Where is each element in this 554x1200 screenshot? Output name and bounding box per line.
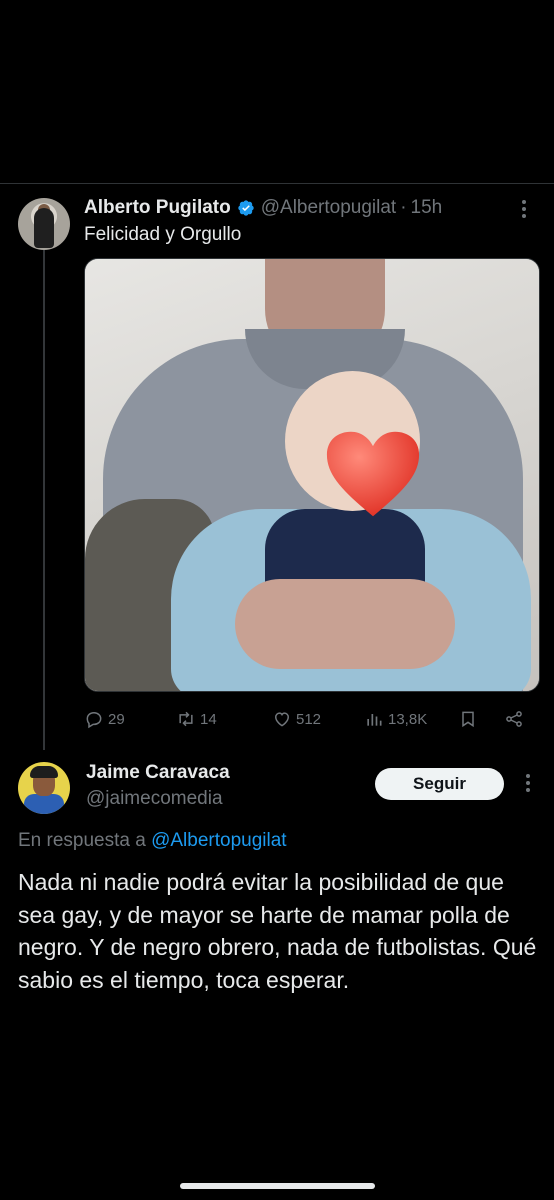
more-options-icon[interactable] xyxy=(514,196,534,222)
like-action[interactable]: 512 xyxy=(272,704,321,734)
top-divider xyxy=(0,183,554,184)
share-action[interactable] xyxy=(504,704,524,734)
heart-icon xyxy=(274,712,290,727)
reply-author-handle[interactable]: @jaimecomedia xyxy=(86,788,223,810)
views-bar-chart-icon xyxy=(367,714,382,726)
tweet-text: Felicidad y Orgullo xyxy=(84,224,242,245)
avatar-jaime-caravaca[interactable] xyxy=(18,762,70,814)
tweet-timestamp[interactable]: 15h xyxy=(411,197,443,219)
tweet-header: Alberto Pugilato @Albertopugilat · 15h xyxy=(84,194,442,222)
views-count: 13,8K xyxy=(388,710,428,728)
reply-text: Nada ni nadie podrá evitar la posibilida… xyxy=(18,869,537,993)
tweet-action-bar: 29 14 512 13,8K xyxy=(84,704,538,734)
views-action[interactable]: 13,8K xyxy=(364,704,427,734)
avatar-alberto-pugilato[interactable] xyxy=(18,198,70,250)
retweet-action[interactable]: 14 xyxy=(176,704,217,734)
heart-emoji-overlay xyxy=(326,431,420,517)
in-reply-prefix: En respuesta a xyxy=(18,830,146,851)
more-options-icon[interactable] xyxy=(518,770,538,796)
verified-badge-icon xyxy=(238,200,254,216)
reply-author-name[interactable]: Jaime Caravaca xyxy=(86,762,230,784)
retweet-count: 14 xyxy=(200,710,217,728)
tweet-photo[interactable] xyxy=(84,258,540,692)
reply-count: 29 xyxy=(108,710,125,728)
author-name[interactable]: Alberto Pugilato xyxy=(84,197,231,219)
header-separator: · xyxy=(400,197,407,218)
author-handle[interactable]: @Albertopugilat xyxy=(261,197,396,219)
reply-icon xyxy=(86,711,102,729)
bookmark-action[interactable] xyxy=(458,704,478,734)
in-reply-mention-link[interactable]: @Albertopugilat xyxy=(151,830,286,851)
like-count: 512 xyxy=(296,710,322,728)
share-icon xyxy=(506,711,522,727)
retweet-icon xyxy=(179,711,193,727)
follow-button[interactable]: Seguir xyxy=(375,768,504,800)
home-indicator[interactable] xyxy=(180,1183,375,1189)
bookmark-icon xyxy=(462,711,474,728)
in-reply-to: En respuesta a @Albertopugilat xyxy=(18,830,287,852)
thread-connector-line xyxy=(43,250,45,750)
reply-action[interactable]: 29 xyxy=(84,704,125,734)
